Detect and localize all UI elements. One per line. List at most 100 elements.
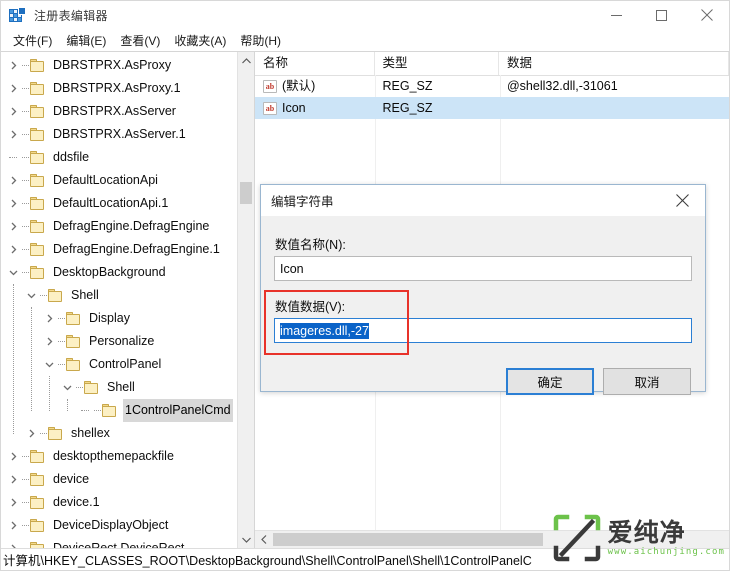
close-button[interactable] bbox=[684, 1, 729, 29]
tree-item-personalize[interactable]: Personalize bbox=[1, 330, 237, 353]
folder-icon bbox=[30, 104, 46, 119]
registry-tree[interactable]: DBRSTPRX.AsProxy DBRSTPRX.AsProxy.1 DBRSTP… bbox=[1, 52, 237, 548]
tree-connector-line bbox=[21, 77, 30, 100]
tree-guide-line bbox=[31, 307, 33, 411]
tree-connector-line bbox=[39, 284, 48, 307]
value-data-input[interactable]: imageres.dll,-27 bbox=[274, 318, 692, 343]
tree-item-defaultlocationapi[interactable]: DefaultLocationApi bbox=[1, 169, 237, 192]
tree-item-devicerect-devicerect[interactable]: DeviceRect.DeviceRect bbox=[1, 537, 237, 548]
tree-item-defaultlocationapi-1[interactable]: DefaultLocationApi.1 bbox=[1, 192, 237, 215]
tree-item-dbrstprx-asserver[interactable]: DBRSTPRX.AsServer bbox=[1, 100, 237, 123]
tree-item-defragengine-defragengine-1[interactable]: DefragEngine.DefragEngine.1 bbox=[1, 238, 237, 261]
tree-item-desktopbackground[interactable]: DesktopBackground bbox=[1, 261, 237, 284]
scroll-left-arrow-icon[interactable] bbox=[255, 531, 272, 548]
folder-icon bbox=[66, 334, 82, 349]
tree-item-controlpanel[interactable]: ControlPanel bbox=[1, 353, 237, 376]
tree-connector-line bbox=[21, 491, 30, 514]
chevron-down-icon[interactable] bbox=[5, 261, 21, 284]
minimize-button[interactable] bbox=[594, 1, 639, 29]
site-watermark: 爱纯净 www.aichunjing.com bbox=[553, 510, 725, 566]
chevron-right-icon[interactable] bbox=[5, 100, 21, 123]
tree-item-label: DBRSTPRX.AsServer bbox=[53, 104, 176, 118]
tree-item-dbrstprx-asproxy-1[interactable]: DBRSTPRX.AsProxy.1 bbox=[1, 77, 237, 100]
chevron-right-icon[interactable] bbox=[5, 77, 21, 100]
value-row[interactable]: ab Icon REG_SZ bbox=[255, 97, 729, 119]
tree-item-label: DefragEngine.DefragEngine bbox=[53, 219, 210, 233]
tree-item-devicedisplayobject[interactable]: DeviceDisplayObject bbox=[1, 514, 237, 537]
dialog-close-button[interactable] bbox=[660, 185, 705, 216]
folder-icon bbox=[84, 380, 100, 395]
column-header-data[interactable]: 数据 bbox=[499, 52, 729, 75]
folder-icon bbox=[48, 288, 64, 303]
tree-item-device-1[interactable]: device.1 bbox=[1, 491, 237, 514]
column-header-type[interactable]: 类型 bbox=[375, 52, 499, 75]
tree-item-dbrstprx-asserver-1[interactable]: DBRSTPRX.AsServer.1 bbox=[1, 123, 237, 146]
tree-item-desktopthemepackfile[interactable]: desktopthemepackfile bbox=[1, 445, 237, 468]
scroll-down-arrow-icon[interactable] bbox=[238, 531, 254, 548]
tree-connector-line bbox=[21, 261, 30, 284]
values-scrollbar-thumb[interactable] bbox=[273, 533, 543, 546]
watermark-url: www.aichunjing.com bbox=[607, 546, 725, 557]
menu-favorites[interactable]: 收藏夹(A) bbox=[167, 30, 233, 51]
tree-item-shell[interactable]: Shell bbox=[1, 376, 237, 399]
menu-edit[interactable]: 编辑(E) bbox=[59, 30, 113, 51]
scroll-up-arrow-icon[interactable] bbox=[238, 52, 254, 69]
folder-icon bbox=[30, 242, 46, 257]
tree-item-label: 1ControlPanelCmd bbox=[123, 399, 233, 422]
chevron-right-icon[interactable] bbox=[5, 192, 21, 215]
folder-icon bbox=[30, 127, 46, 142]
chevron-right-icon[interactable] bbox=[5, 169, 21, 192]
value-name-cell: ab Icon bbox=[255, 97, 375, 119]
tree-item-shellex[interactable]: shellex bbox=[1, 422, 237, 445]
value-row[interactable]: ab (默认) REG_SZ @shell32.dll,-31061 bbox=[255, 75, 729, 97]
value-name-label: 数值名称(N): bbox=[275, 238, 346, 252]
tree-item-label: ControlPanel bbox=[89, 357, 162, 371]
maximize-button[interactable] bbox=[639, 1, 684, 29]
chevron-down-icon[interactable] bbox=[41, 353, 57, 376]
chevron-right-icon[interactable] bbox=[41, 330, 57, 353]
chevron-down-icon[interactable] bbox=[23, 284, 39, 307]
chevron-right-icon[interactable] bbox=[41, 307, 57, 330]
value-type-cell: REG_SZ bbox=[382, 101, 433, 115]
tree-item-label: device.1 bbox=[53, 495, 100, 509]
tree-item-shell[interactable]: Shell bbox=[1, 284, 237, 307]
tree-leaf-connector bbox=[5, 146, 21, 169]
chevron-right-icon[interactable] bbox=[5, 238, 21, 261]
chevron-right-icon[interactable] bbox=[5, 54, 21, 77]
menu-file[interactable]: 文件(F) bbox=[6, 30, 59, 51]
menu-help[interactable]: 帮助(H) bbox=[233, 30, 288, 51]
chevron-down-icon[interactable] bbox=[59, 376, 75, 399]
tree-item-defragengine-defragengine[interactable]: DefragEngine.DefragEngine bbox=[1, 215, 237, 238]
window-controls bbox=[594, 1, 729, 29]
tree-vertical-scrollbar[interactable] bbox=[237, 52, 254, 548]
value-name-input[interactable]: Icon bbox=[274, 256, 692, 281]
chevron-right-icon[interactable] bbox=[5, 445, 21, 468]
tree-item-label: DefaultLocationApi bbox=[53, 173, 158, 187]
tree-item-dbrstprx-asproxy[interactable]: DBRSTPRX.AsProxy bbox=[1, 54, 237, 77]
dialog-ok-button[interactable]: 确定 bbox=[506, 368, 594, 395]
menu-view[interactable]: 查看(V) bbox=[113, 30, 167, 51]
chevron-right-icon[interactable] bbox=[5, 514, 21, 537]
chevron-right-icon[interactable] bbox=[5, 537, 21, 548]
tree-item-device[interactable]: device bbox=[1, 468, 237, 491]
chevron-right-icon[interactable] bbox=[5, 491, 21, 514]
folder-icon bbox=[48, 426, 64, 441]
column-header-name[interactable]: 名称 bbox=[255, 52, 375, 75]
dialog-cancel-button[interactable]: 取消 bbox=[603, 368, 691, 395]
folder-icon bbox=[30, 219, 46, 234]
tree-item-ddsfile[interactable]: ddsfile bbox=[1, 146, 237, 169]
tree-leaf-connector bbox=[77, 399, 93, 422]
tree-connector-line bbox=[21, 146, 30, 169]
chevron-right-icon[interactable] bbox=[5, 123, 21, 146]
value-data-label: 数值数据(V): bbox=[275, 300, 346, 314]
tree-scrollbar-thumb[interactable] bbox=[240, 182, 252, 204]
tree-item-1controlpanelcmd[interactable]: 1ControlPanelCmd bbox=[1, 399, 237, 422]
tree-item-display[interactable]: Display bbox=[1, 307, 237, 330]
value-data-cell: @shell32.dll,-31061 bbox=[506, 79, 618, 93]
chevron-right-icon[interactable] bbox=[5, 468, 21, 491]
chevron-right-icon[interactable] bbox=[23, 422, 39, 445]
values-column-headers: 名称 类型 数据 bbox=[255, 52, 729, 76]
folder-icon bbox=[30, 196, 46, 211]
chevron-right-icon[interactable] bbox=[5, 215, 21, 238]
folder-icon bbox=[102, 403, 118, 418]
